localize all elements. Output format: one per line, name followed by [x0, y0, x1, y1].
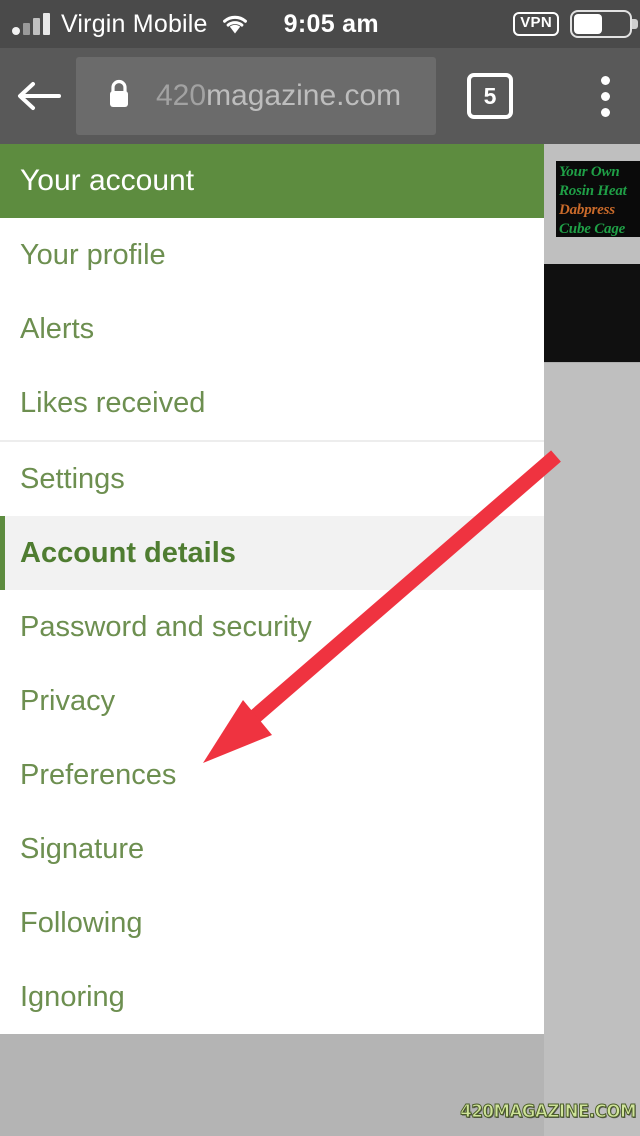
- sidebar-item-privacy[interactable]: Privacy: [0, 664, 544, 738]
- ad-line-3: Dabpress: [559, 202, 615, 218]
- sidebar-item-alerts[interactable]: Alerts: [0, 292, 544, 366]
- sidebar-item-preferences[interactable]: Preferences: [0, 738, 544, 812]
- sidebar-item-ignoring[interactable]: Ignoring: [0, 960, 544, 1034]
- ad-line-1: Your Own: [559, 164, 620, 180]
- account-menu-header: Your account: [0, 144, 544, 218]
- ad-banner-dabpress[interactable]: Your Own Rosin Heat Dabpress Cube Cage: [556, 161, 640, 237]
- url-prefix: 420: [156, 79, 207, 112]
- back-button[interactable]: [0, 48, 76, 144]
- sidebar-item-label: Following: [20, 906, 143, 939]
- url-bar[interactable]: 420magazine.com: [76, 57, 436, 135]
- sidebar-item-likes-received[interactable]: Likes received: [0, 366, 544, 440]
- page-content: Your Own Rosin Heat Dabpress Cube Cage Y…: [0, 144, 640, 1136]
- carrier-label: Virgin Mobile: [61, 9, 208, 38]
- signal-bars-icon: [12, 13, 50, 35]
- sidebar-item-label: Account details: [20, 536, 236, 569]
- sidebar-item-label: Your profile: [20, 238, 166, 271]
- browser-toolbar: 420magazine.com 5: [0, 48, 640, 144]
- lock-icon: [106, 78, 132, 115]
- overflow-menu-icon[interactable]: [601, 75, 610, 117]
- right-ad-rail: Your Own Rosin Heat Dabpress Cube Cage: [544, 144, 640, 1136]
- ad-line-4: Cube Cage: [559, 221, 626, 237]
- wifi-icon: [220, 12, 250, 36]
- ad-line-2: Rosin Heat: [559, 183, 627, 199]
- ad-placeholder-block: [544, 264, 640, 362]
- sidebar-item-following[interactable]: Following: [0, 886, 544, 960]
- url-rest: magazine.com: [206, 79, 402, 112]
- vpn-badge: VPN: [513, 12, 559, 36]
- clock-label: 9:05 am: [283, 9, 379, 38]
- account-menu-panel: Your account Your profile Alerts Likes rec…: [0, 144, 544, 1034]
- account-menu-list: Your profile Alerts Likes received Settings…: [0, 218, 544, 1034]
- status-bar-right-group: VPN: [513, 10, 638, 38]
- sidebar-item-label: Alerts: [20, 312, 95, 345]
- tab-count-button[interactable]: 5: [467, 73, 513, 119]
- sidebar-item-label: Privacy: [20, 684, 116, 717]
- rail-divider: [544, 362, 640, 363]
- sidebar-item-your-profile[interactable]: Your profile: [0, 218, 544, 292]
- sidebar-item-label: Signature: [20, 832, 145, 865]
- sidebar-item-label: Likes received: [20, 386, 206, 419]
- page-title: Your account: [20, 164, 195, 197]
- back-arrow-icon: [18, 82, 61, 110]
- sidebar-item-label: Ignoring: [20, 980, 125, 1013]
- sidebar-item-settings[interactable]: Settings: [0, 442, 544, 516]
- battery-icon: [570, 10, 638, 38]
- site-watermark: 420MAGAZINE.COM: [460, 1101, 637, 1123]
- sidebar-item-account-details[interactable]: Account details: [0, 516, 544, 590]
- sidebar-item-signature[interactable]: Signature: [0, 812, 544, 886]
- sidebar-item-password-and-security[interactable]: Password and security: [0, 590, 544, 664]
- sidebar-item-label: Password and security: [20, 610, 312, 643]
- status-bar: Virgin Mobile 9:05 am VPN: [0, 0, 640, 48]
- sidebar-item-label: Preferences: [20, 758, 177, 791]
- sidebar-item-label: Settings: [20, 462, 125, 495]
- url-text: 420magazine.com: [156, 79, 401, 113]
